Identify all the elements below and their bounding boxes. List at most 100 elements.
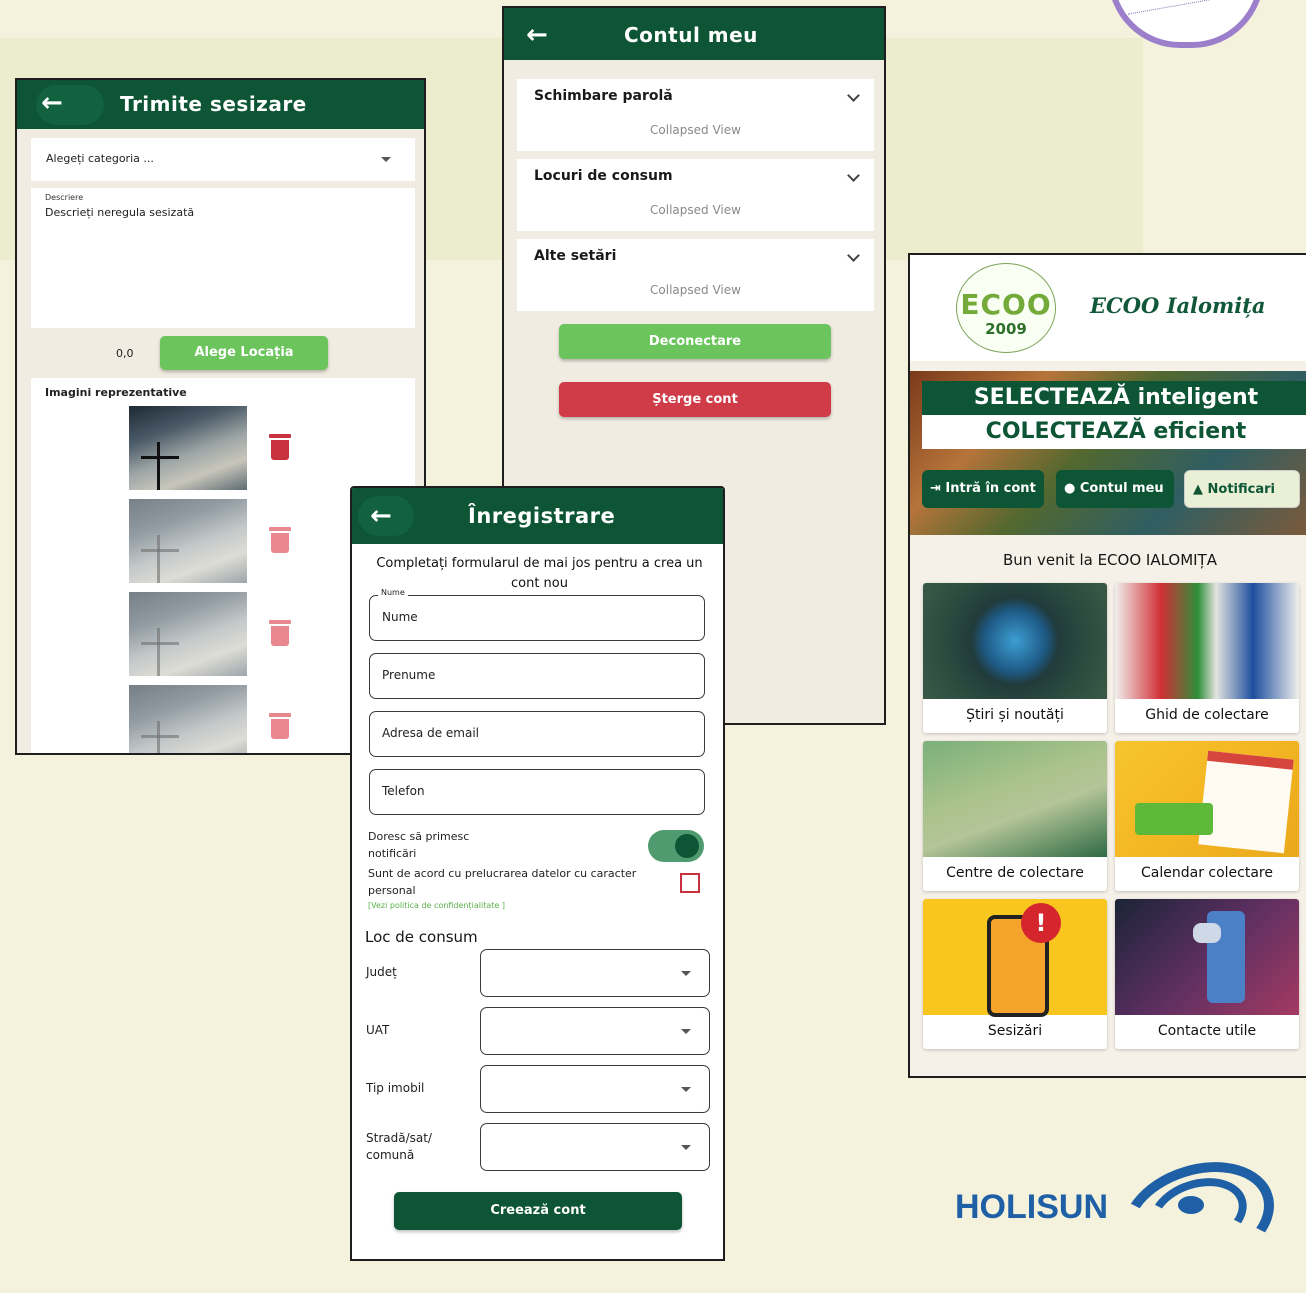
notifications-label: Notificari	[1207, 482, 1275, 497]
account-header: ← Contul meu	[504, 8, 884, 60]
tile-news[interactable]: Știri și noutăți	[923, 583, 1107, 733]
phone-field[interactable]: Telefon	[369, 769, 705, 815]
accordion-body: Collapsed View	[650, 123, 741, 137]
tile-collection-centers[interactable]: Centre de colectare	[923, 741, 1107, 891]
home-header: ECOO 2009 ECOO Ialomița	[910, 255, 1306, 361]
accordion-body: Collapsed View	[650, 203, 741, 217]
county-label: Județ	[366, 965, 397, 979]
delete-account-button[interactable]: Șterge cont	[559, 382, 831, 417]
holisun-wordmark: HOLISUN	[955, 1188, 1108, 1226]
coordinates-value: 0,0	[116, 347, 134, 360]
uat-label: UAT	[366, 1023, 390, 1037]
back-arrow-icon[interactable]: ←	[370, 501, 392, 531]
tile-label: Contacte utile	[1157, 1023, 1257, 1039]
recycle-bins-icon	[1115, 583, 1299, 699]
tile-label: Sesizări	[987, 1023, 1043, 1039]
notifications-button[interactable]: ▲ Notificari	[1184, 470, 1300, 508]
tile-useful-contacts[interactable]: Contacte utile	[1115, 899, 1299, 1049]
dropdown-caret-icon	[681, 1145, 691, 1150]
chevron-down-icon[interactable]	[847, 169, 860, 182]
map-pin-icon	[923, 741, 1107, 857]
accordion-consumption-places[interactable]: Locuri de consum Collapsed View	[517, 159, 874, 231]
user-icon: ●	[1064, 481, 1080, 496]
tile-label: Calendar colectare	[1141, 865, 1273, 881]
home-screen: ECOO 2009 ECOO Ialomița SELECTEAZĂ intel…	[908, 253, 1306, 1078]
accordion-label: Locuri de consum	[534, 168, 673, 184]
county-select[interactable]	[480, 949, 710, 997]
back-arrow-icon[interactable]: ←	[41, 88, 63, 118]
property-type-select[interactable]	[480, 1065, 710, 1113]
tile-collection-calendar[interactable]: Calendar colectare	[1115, 741, 1299, 891]
create-account-button[interactable]: Creează cont	[394, 1192, 682, 1230]
category-placeholder: Alegeți categoria ...	[46, 152, 154, 165]
images-label: Imagini reprezentative	[45, 386, 187, 399]
street-label: Stradă/sat/ comună	[366, 1131, 432, 1162]
tile-label: Știri și noutăți	[966, 707, 1064, 723]
description-label: Descriere	[45, 193, 84, 202]
register-header: ← Înregistrare	[352, 488, 723, 544]
logo-year: 2009	[985, 320, 1027, 338]
delete-trash-icon[interactable]	[269, 713, 291, 739]
notify-label: Doresc să primesc notificări	[368, 830, 470, 860]
notify-toggle[interactable]	[648, 830, 704, 862]
name-field[interactable]: Nume Nume	[369, 588, 705, 641]
tile-label: Centre de colectare	[946, 865, 1084, 881]
ecoo-logo: ECOO 2009	[956, 263, 1056, 353]
brand-name: ECOO Ialomița	[1090, 293, 1266, 318]
banner-line-1: SELECTEAZĂ inteligent	[922, 381, 1306, 415]
consent-checkbox[interactable]	[680, 873, 700, 893]
back-arrow-icon[interactable]: ←	[526, 20, 548, 50]
welcome-text: Bun venit la ECOO IALOMIȚA	[1002, 551, 1218, 569]
uat-select[interactable]	[480, 1007, 710, 1055]
page-title: Contul meu	[624, 23, 758, 47]
tile-label: Ghid de colectare	[1145, 707, 1269, 723]
chevron-down-icon[interactable]	[847, 249, 860, 262]
delete-trash-icon[interactable]	[269, 620, 291, 646]
accordion-body: Collapsed View	[650, 283, 741, 297]
field-placeholder: Telefon	[382, 784, 425, 798]
street-select[interactable]	[480, 1123, 710, 1171]
consent-label: Sunt de acord cu prelucrarea datelor cu …	[368, 867, 637, 897]
page-title: Trimite sesizare	[120, 92, 307, 116]
section-title: Loc de consum	[365, 928, 478, 946]
delete-trash-icon[interactable]	[269, 434, 291, 460]
description-field[interactable]: Descriere Descrieți neregula sesizată	[31, 188, 415, 328]
choose-location-button[interactable]: Alege Locația	[160, 336, 328, 370]
delete-trash-icon[interactable]	[269, 527, 291, 553]
login-label: Intră în cont	[945, 481, 1036, 496]
chevron-down-icon[interactable]	[847, 89, 860, 102]
privacy-policy-link[interactable]: [Vezi politica de confidențialitate ]	[368, 901, 505, 910]
description-placeholder: Descrieți neregula sesizată	[45, 206, 195, 219]
logout-button[interactable]: Deconectare	[559, 324, 831, 359]
tile-collection-guide[interactable]: Ghid de colectare	[1115, 583, 1299, 733]
image-thumbnail[interactable]	[129, 406, 247, 490]
dropdown-caret-icon	[681, 971, 691, 976]
dropdown-caret-icon	[381, 157, 391, 162]
phone-chat-icon	[1115, 899, 1299, 1015]
logo-word: ECOO	[960, 288, 1052, 321]
field-placeholder: Prenume	[382, 668, 436, 682]
accordion-change-password[interactable]: Schimbare parolă Collapsed View	[517, 79, 874, 151]
account-button[interactable]: ● Contul meu	[1056, 470, 1174, 508]
register-intro: Completați formularul de mai jos pentru …	[376, 556, 703, 591]
field-placeholder: Adresa de email	[382, 726, 479, 740]
image-thumbnail[interactable]	[129, 499, 247, 583]
email-field[interactable]: Adresa de email	[369, 711, 705, 757]
banner-line-2: COLECTEAZĂ eficient	[922, 415, 1306, 449]
register-screen: ← Înregistrare Completați formularul de …	[350, 486, 725, 1261]
accordion-other-settings[interactable]: Alte setări Collapsed View	[517, 239, 874, 311]
image-thumbnail[interactable]	[129, 685, 247, 753]
accordion-label: Alte setări	[534, 248, 617, 264]
field-placeholder: Nume	[382, 610, 418, 624]
login-icon: ⇥	[930, 481, 946, 496]
category-select[interactable]: Alegeți categoria ...	[31, 138, 415, 181]
image-thumbnail[interactable]	[129, 592, 247, 676]
surname-field[interactable]: Prenume	[369, 653, 705, 699]
property-type-label: Tip imobil	[366, 1081, 425, 1095]
toggle-knob	[675, 834, 699, 858]
globe-icon	[923, 583, 1107, 699]
tile-reports[interactable]: ! Sesizări	[923, 899, 1107, 1049]
account-label: Contul meu	[1079, 481, 1164, 496]
login-button[interactable]: ⇥ Intră în cont	[922, 470, 1044, 508]
accordion-label: Schimbare parolă	[534, 88, 673, 104]
